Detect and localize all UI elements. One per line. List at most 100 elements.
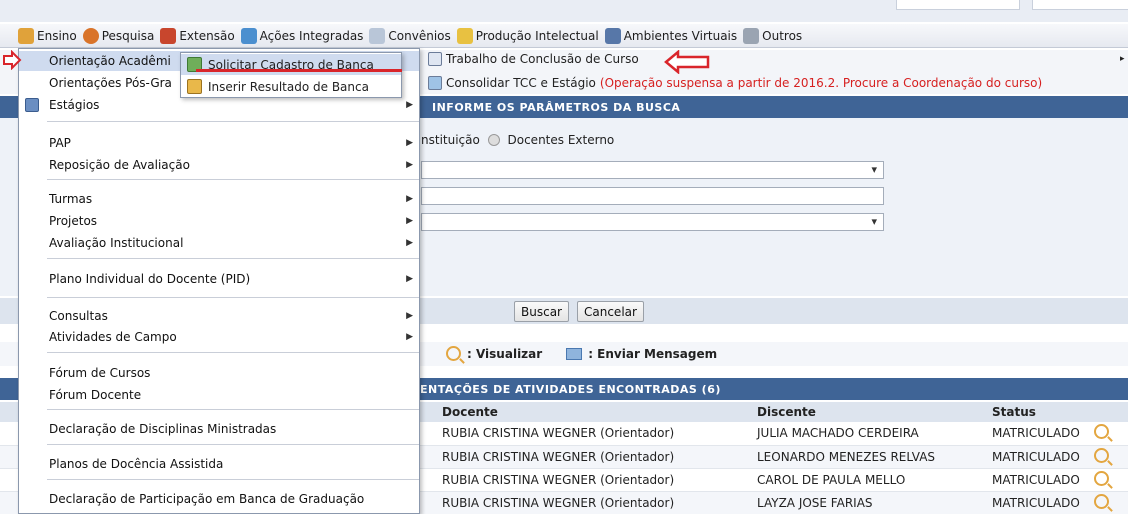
dd-label: Turmas (49, 192, 93, 206)
dd-turmas[interactable]: Turmas ▶ (19, 189, 419, 209)
network-icon (604, 27, 621, 44)
submenu-arrow-icon: ▶ (406, 238, 413, 248)
menu-pesquisa[interactable]: Pesquisa (82, 27, 155, 44)
legend-enviar: : Enviar Mensagem (588, 346, 718, 361)
menu-extensao[interactable]: Extensão (160, 27, 235, 44)
top-strip (0, 0, 1128, 22)
menu-label: Outros (762, 28, 803, 43)
dd-separator (47, 352, 419, 353)
col-status: Status (992, 402, 1094, 422)
cell-discente: CAROL DE PAULA MELLO (757, 468, 992, 492)
red-arrow-left-icon (3, 50, 22, 70)
results-title: entações de Atividades Encontradas (6) (420, 382, 721, 396)
submenu-arrow-icon: ▶ (406, 274, 413, 284)
col-discente: Discente (757, 402, 992, 422)
radio-group: nstituição Docentes Externo (421, 133, 614, 147)
consolidar-link[interactable]: Consolidar TCC e Estágio (Operação suspe… (428, 76, 1042, 90)
dd-label: Orientação Acadêmi (49, 54, 171, 68)
dd-projetos[interactable]: Projetos ▶ (19, 211, 419, 231)
cell-docente: RUBIA CRISTINA WEGNER (Orientador) (442, 468, 757, 492)
cell-status: MATRICULADO (992, 445, 1094, 469)
box-icon (743, 27, 760, 44)
dd-pap[interactable]: PAP ▶ (19, 133, 419, 153)
submenu-arrow-icon: ▶ (406, 160, 413, 170)
send-message-icon (566, 347, 583, 360)
view-icon[interactable] (1094, 493, 1109, 509)
magnifier-icon (446, 346, 461, 361)
dd-consultas[interactable]: Consultas ▶ (19, 306, 419, 326)
cell-docente: RUBIA CRISTINA WEGNER (Orientador) (442, 422, 757, 446)
menu-ensino[interactable]: Ensino (18, 27, 77, 44)
menu-label: Extensão (179, 28, 235, 43)
submenu-arrow-icon: ▶ (406, 194, 413, 204)
red-arrow-right-icon (664, 50, 710, 74)
menu-label: Ações Integradas (259, 28, 364, 43)
sm-inserir-resultado-banca[interactable]: Inserir Resultado de Banca (181, 76, 401, 97)
menu-convenios[interactable]: Convênios (369, 27, 451, 44)
menu-outros[interactable]: Outros (743, 27, 803, 44)
dd-forum-docente[interactable]: Fórum Docente (19, 385, 419, 405)
dd-label: Declaração de Participação em Banca de G… (49, 492, 365, 506)
dd-reposicao-avaliacao[interactable]: Reposição de Avaliação ▶ (19, 155, 419, 175)
submenu-arrow-icon: ▶ (406, 138, 413, 148)
menu-producao-intelectual[interactable]: Produção Intelectual (456, 27, 599, 44)
radio-docentes-externo[interactable] (487, 134, 500, 146)
cancelar-button[interactable]: Cancelar (577, 301, 644, 322)
radio-instituicao-label: nstituição (421, 133, 480, 147)
sm-label: Inserir Resultado de Banca (208, 79, 369, 94)
red-underline (196, 69, 402, 72)
legend-visualizar: : Visualizar (467, 346, 543, 361)
result-icon (187, 79, 202, 94)
search-title: Informe os Parâmetros da Busca (432, 100, 681, 114)
dd-forum-cursos[interactable]: Fórum de Cursos (19, 363, 419, 383)
cell-status: MATRICULADO (992, 468, 1094, 492)
dd-declaracao-banca[interactable]: Declaração de Participação em Banca de G… (19, 489, 419, 509)
dd-declaracao-disciplinas[interactable]: Declaração de Disciplinas Ministradas (19, 419, 419, 439)
dd-separator (47, 409, 419, 410)
select-field-1[interactable] (421, 161, 884, 179)
view-icon[interactable] (1094, 470, 1109, 486)
consolidar-link-label: Consolidar TCC e Estágio (446, 76, 596, 90)
right-arrow-icon[interactable]: ▸ (1120, 54, 1125, 64)
notebook-icon (456, 27, 473, 44)
cell-discente: LAYZA JOSE FARIAS (757, 491, 992, 514)
orientacao-submenu: Solicitar Cadastro de Banca Inserir Resu… (180, 52, 402, 98)
col-actions (1094, 402, 1128, 422)
dd-separator (47, 479, 419, 480)
ensino-dropdown: Orientação Acadêmi Orientações Pós-Gra E… (18, 48, 420, 514)
view-icon[interactable] (1094, 424, 1109, 440)
internship-icon (25, 98, 39, 112)
top-tab-left[interactable] (896, 0, 1020, 10)
menu-label: Ambientes Virtuais (623, 28, 738, 43)
cell-discente: JULIA MACHADO CERDEIRA (757, 422, 992, 446)
dd-label: Orientações Pós-Gra (49, 76, 172, 90)
document-icon (369, 27, 386, 44)
select-field-2[interactable] (421, 213, 884, 231)
consolidar-warning: (Operação suspensa a partir de 2016.2. P… (599, 76, 1043, 90)
dd-atividades-campo[interactable]: Atividades de Campo ▶ (19, 327, 419, 347)
submenu-arrow-icon: ▶ (406, 216, 413, 226)
dd-label: Plano Individual do Docente (PID) (49, 272, 251, 286)
tcc-link[interactable]: Trabalho de Conclusão de Curso (428, 52, 639, 66)
dd-separator (47, 444, 419, 445)
view-icon[interactable] (1094, 447, 1109, 463)
dd-planos-docencia[interactable]: Planos de Docência Assistida (19, 454, 419, 474)
cell-discente: LEONARDO MENEZES RELVAS (757, 445, 992, 469)
buscar-button[interactable]: Buscar (514, 301, 569, 322)
dd-estagios[interactable]: Estágios ▶ (19, 95, 419, 115)
cell-status: MATRICULADO (992, 491, 1094, 514)
dd-label: Estágios (49, 98, 100, 112)
dd-label: Planos de Docência Assistida (49, 457, 224, 471)
dd-plano-individual[interactable]: Plano Individual do Docente (PID) ▶ (19, 269, 419, 289)
cell-docente: RUBIA CRISTINA WEGNER (Orientador) (442, 491, 757, 514)
dd-avaliacao-institucional[interactable]: Avaliação Institucional ▶ (19, 233, 419, 253)
menu-acoes-integradas[interactable]: Ações Integradas (240, 27, 364, 44)
submenu-arrow-icon: ▶ (406, 332, 413, 342)
text-field-1[interactable] (421, 187, 884, 205)
menu-label: Convênios (388, 28, 451, 43)
dd-separator (47, 258, 419, 259)
menu-ambientes-virtuais[interactable]: Ambientes Virtuais (604, 27, 738, 44)
dd-label: PAP (49, 136, 71, 150)
menu-label: Pesquisa (101, 28, 155, 43)
top-tab-right[interactable] (1032, 0, 1128, 10)
